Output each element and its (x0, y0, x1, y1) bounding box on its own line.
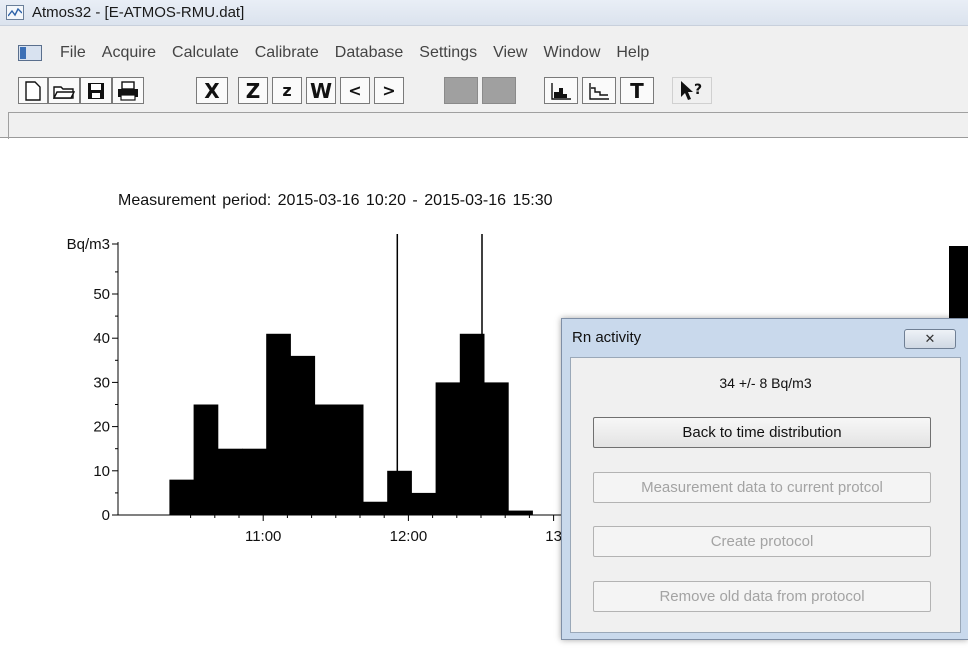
y-axis-label: Bq/m3 (67, 236, 110, 253)
histogram-bar (363, 501, 388, 515)
child-window-icon[interactable] (18, 45, 42, 61)
y-tick-label: 0 (102, 507, 110, 524)
menu-calibrate[interactable]: Calibrate (247, 44, 327, 62)
title-bar: Atmos32 - [E-ATMOS-RMU.dat] (0, 0, 968, 26)
dialog-title: Rn activity (572, 329, 642, 346)
x-tick-label: 12:00 (390, 528, 428, 545)
y-tick-label: 20 (93, 419, 110, 436)
remove-old-data-button[interactable]: Remove old data from protocol (593, 581, 931, 612)
histogram-bar (435, 382, 461, 515)
z-lower-button[interactable]: z (272, 77, 302, 104)
histogram-bar (387, 470, 412, 515)
rn-activity-value: 34 +/- 8 Bq/m3 (719, 375, 812, 391)
histogram-bar-partial (949, 246, 968, 318)
disabled-button-1[interactable] (444, 77, 478, 104)
status-strip (0, 104, 968, 139)
menu-bar: File Acquire Calculate Calibrate Database Set… (0, 26, 968, 66)
histogram-bar (411, 492, 437, 515)
y-tick-label: 40 (93, 330, 110, 347)
histogram-bar (459, 333, 485, 515)
histogram-bar (484, 382, 509, 515)
prev-button[interactable]: < (340, 77, 370, 104)
menu-database[interactable]: Database (327, 44, 412, 62)
menu-items: File Acquire Calculate Calibrate Database Set… (60, 44, 657, 62)
print-icon[interactable] (112, 77, 144, 104)
histogram-bar (314, 404, 340, 515)
disabled-button-2[interactable] (482, 77, 516, 104)
menu-window[interactable]: Window (535, 44, 608, 62)
histogram-bar (217, 448, 243, 515)
histogram-bar (193, 404, 219, 515)
chart-app-icon[interactable] (6, 5, 24, 20)
histogram-bar (169, 479, 195, 515)
help-pointer-icon[interactable]: ? (672, 77, 712, 104)
menu-file[interactable]: File (60, 44, 94, 62)
x-tick-label: 11:00 (245, 528, 281, 545)
back-to-time-distribution-button[interactable]: Back to time distribution (593, 417, 931, 448)
histogram-bar (508, 510, 533, 515)
create-protocol-button[interactable]: Create protocol (593, 526, 931, 557)
menu-help[interactable]: Help (608, 44, 657, 62)
menu-settings[interactable]: Settings (411, 44, 485, 62)
histogram-bar (242, 448, 267, 515)
save-disk-icon[interactable] (80, 77, 112, 104)
histogram-bar (290, 355, 316, 515)
x-button[interactable]: X (196, 77, 228, 104)
y-tick-label: 50 (93, 286, 110, 303)
rn-activity-dialog: Rn activity ✕ 34 +/- 8 Bq/m3 Back to tim… (561, 318, 968, 640)
y-tick-label: 30 (93, 374, 110, 391)
x-tick-label: 13 (545, 528, 562, 545)
histogram-bar (266, 333, 291, 515)
measurement-data-to-protocol-button[interactable]: Measurement data to current protcol (593, 472, 931, 503)
y-tick-label: 10 (93, 463, 110, 480)
histogram-bar (338, 404, 364, 515)
svg-text:?: ? (694, 82, 702, 98)
toolbar: X Z z W < > T ? (0, 66, 968, 104)
z-upper-button[interactable]: Z (238, 77, 268, 104)
text-button[interactable]: T (620, 77, 654, 104)
close-icon[interactable]: ✕ (904, 329, 956, 349)
new-document-icon[interactable] (18, 77, 48, 104)
menu-calculate[interactable]: Calculate (164, 44, 247, 62)
histogram-icon[interactable] (544, 77, 578, 104)
w-button[interactable]: W (306, 77, 336, 104)
window-title: Atmos32 - [E-ATMOS-RMU.dat] (32, 4, 245, 21)
next-button[interactable]: > (374, 77, 404, 104)
step-line-icon[interactable] (582, 77, 616, 104)
menu-acquire[interactable]: Acquire (94, 44, 164, 62)
dialog-body: 34 +/- 8 Bq/m3 Back to time distribution… (570, 357, 961, 633)
open-folder-icon[interactable] (48, 77, 80, 104)
menu-view[interactable]: View (485, 44, 535, 62)
